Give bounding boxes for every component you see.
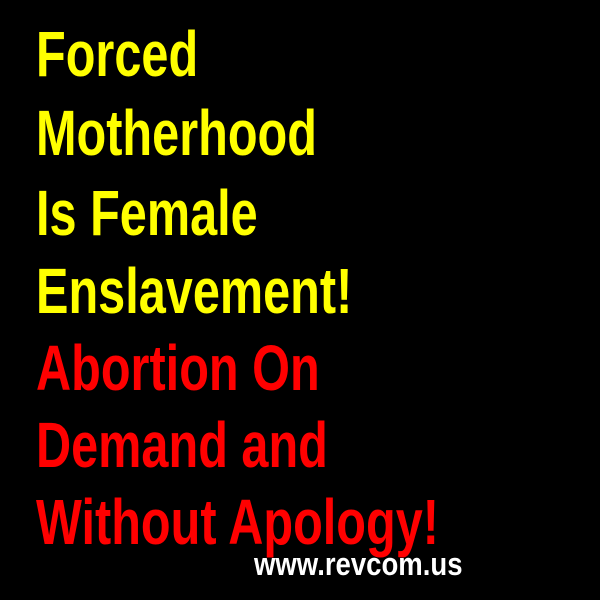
headline-line-3: Is Female <box>36 177 258 249</box>
poster: Forced Motherhood Is Female Enslavement!… <box>0 0 600 600</box>
headline-line-2: Motherhood <box>36 97 317 169</box>
website-url: www.revcom.us <box>254 546 463 582</box>
demand-line-2: Demand and <box>36 409 328 481</box>
demand-line-3: Without Apology! <box>36 486 439 558</box>
headline-line-1: Forced <box>36 18 199 90</box>
headline-line-4: Enslavement! <box>36 255 353 327</box>
demand-line-1: Abortion On <box>36 332 320 404</box>
